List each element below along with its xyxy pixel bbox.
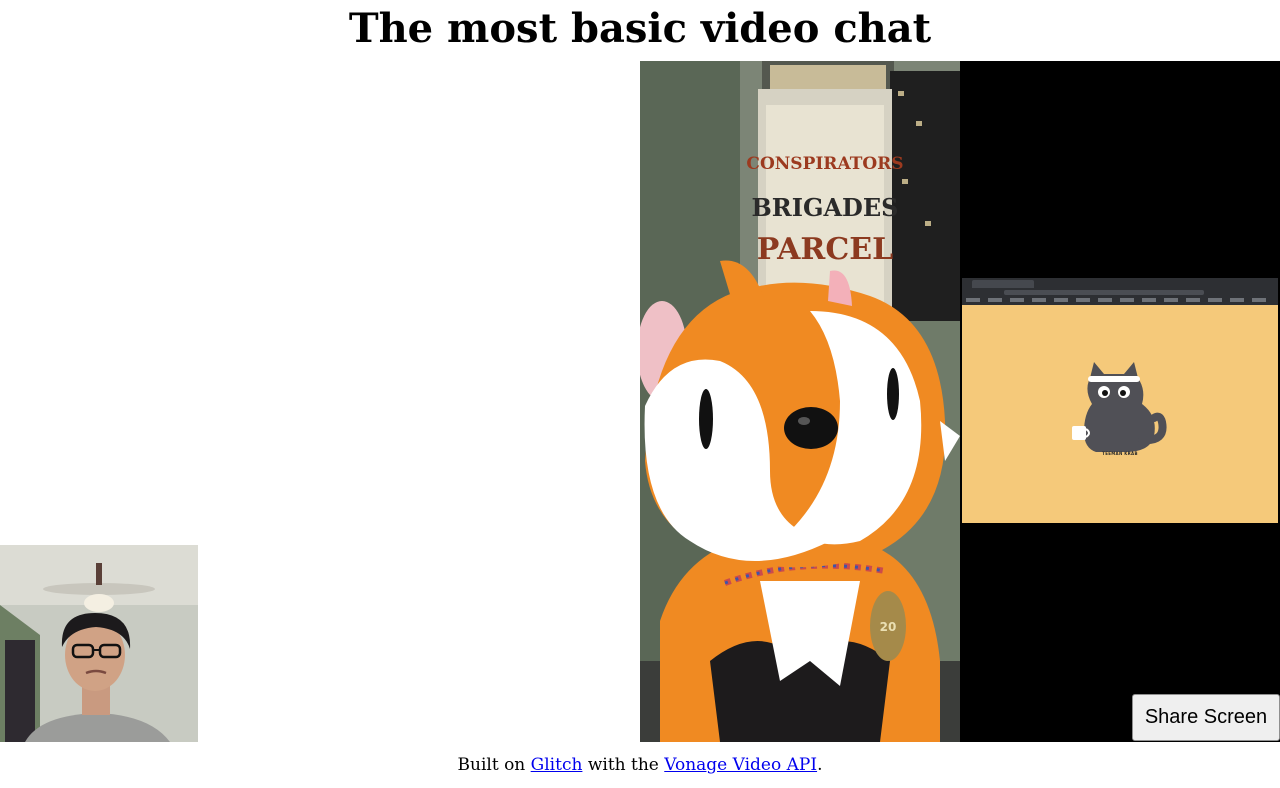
footer-suffix: . [817,755,823,775]
self-camera-feed [0,545,198,742]
shared-browser-toolbar [962,278,1278,305]
subscriber-video: CONSPIRATORS BRIGADES PARCEL 20 [640,61,960,742]
svg-text:PARCEL: PARCEL [757,232,893,267]
footer-middle: with the [582,755,665,775]
cat-illustration [1072,362,1167,452]
glitch-link[interactable]: Glitch [531,755,583,775]
page-title: The most basic video chat [348,5,932,52]
share-screen-button[interactable]: Share Screen [1132,694,1280,741]
shared-browser-window: TEEMAN KRAB [962,278,1278,523]
video-area: CONSPIRATORS BRIGADES PARCEL 20 TEEMAN K… [0,61,1280,742]
vonage-video-api-link[interactable]: Vonage Video API [664,755,817,775]
plush-fox-camera-feed: CONSPIRATORS BRIGADES PARCEL 20 [640,61,960,742]
svg-text:CONSPIRATORS: CONSPIRATORS [746,154,903,174]
cat-caption: TEEMAN KRAB [1102,451,1138,456]
shared-browser-tab [972,280,1034,288]
svg-text:20: 20 [880,620,897,634]
footer: Built on Glitch with the Vonage Video AP… [0,742,1280,786]
shared-browser-bookmarks [966,298,1272,302]
footer-prefix: Built on [457,755,531,775]
svg-text:BRIGADES: BRIGADES [751,193,898,222]
publisher-video [0,545,198,742]
shared-browser-address-bar [1004,290,1204,295]
